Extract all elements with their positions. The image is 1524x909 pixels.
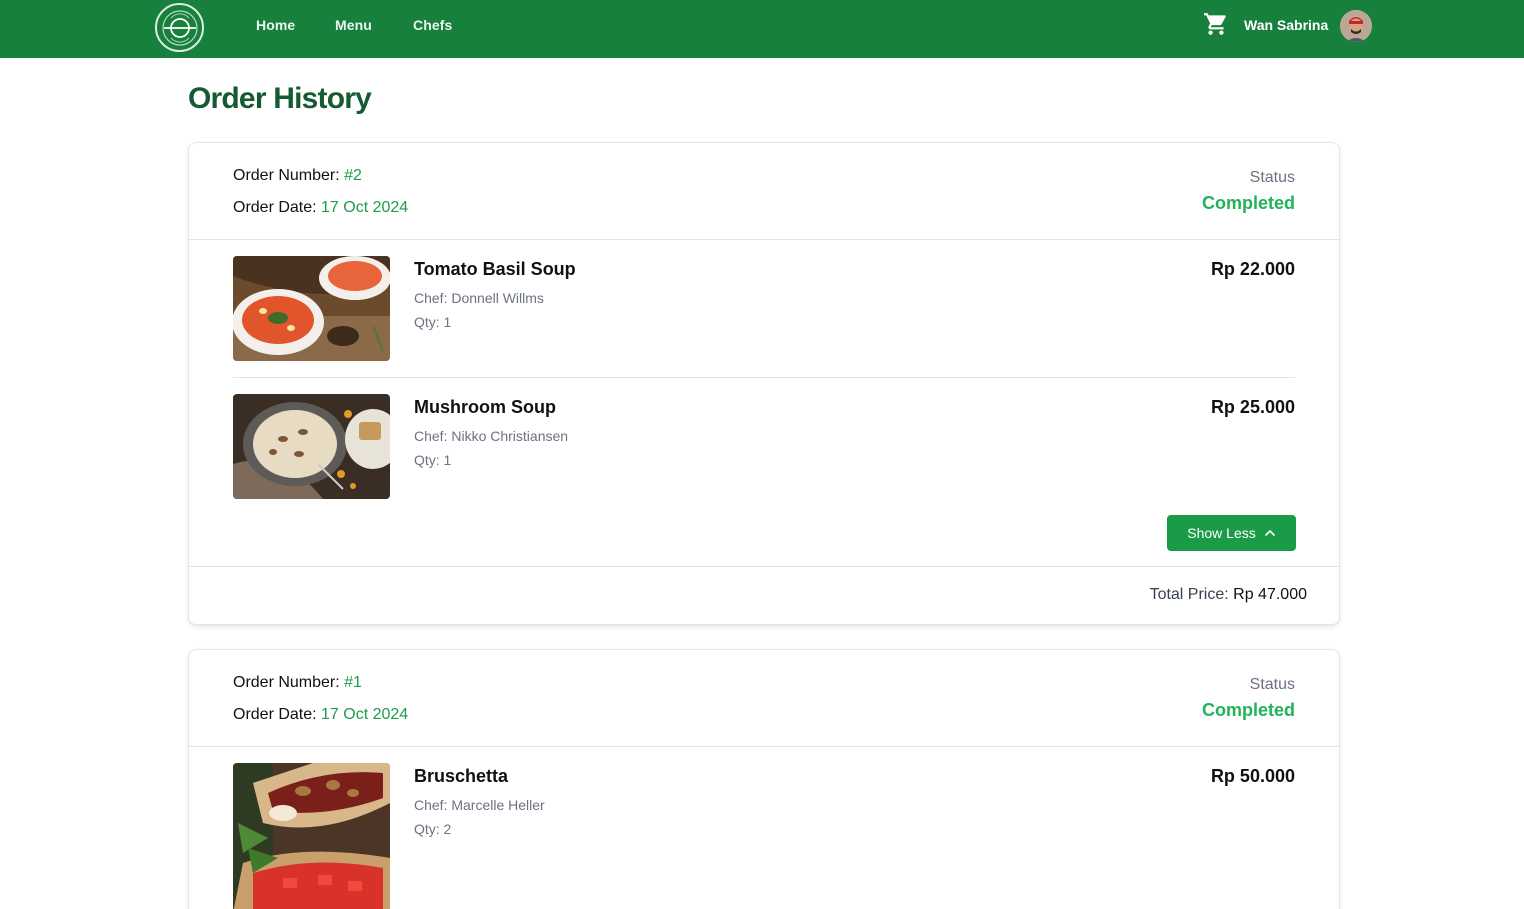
order-number: Order Number: #2 bbox=[233, 167, 362, 185]
user-name[interactable]: Wan Sabrina bbox=[1244, 17, 1328, 33]
food-image bbox=[233, 763, 390, 909]
top-navbar: Home Menu Chefs Wan Sabrina bbox=[0, 0, 1524, 58]
item-price: Rp 50.000 bbox=[1210, 766, 1295, 786]
item-chef: Chef: Marcelle Heller bbox=[414, 797, 545, 813]
total-price: Total Price: Rp 47.000 bbox=[1150, 586, 1307, 604]
order-date-label: Order Date: bbox=[233, 706, 322, 723]
order-item: Bruschetta Chef: Marcelle Heller Qty: 2 … bbox=[233, 763, 1295, 909]
order-date: Order Date: 17 Oct 2024 bbox=[233, 706, 408, 724]
status-badge: Completed bbox=[1201, 193, 1295, 213]
order-number-label: Order Number: bbox=[233, 674, 345, 691]
user-avatar[interactable] bbox=[1340, 10, 1372, 42]
item-name: Bruschetta bbox=[414, 766, 509, 786]
order-item: Tomato Basil Soup Chef: Donnell Willms Q… bbox=[233, 256, 1295, 394]
chevron-up-icon bbox=[1264, 530, 1275, 536]
order-header: Order Number: #2 Order Date: 17 Oct 2024… bbox=[189, 143, 1339, 240]
item-price: Rp 25.000 bbox=[1210, 397, 1295, 417]
nav-chefs-link[interactable]: Chefs bbox=[413, 17, 452, 33]
item-name: Tomato Basil Soup bbox=[414, 259, 576, 279]
cart-icon[interactable] bbox=[1203, 11, 1229, 37]
order-card: Order Number: #2 Order Date: 17 Oct 2024… bbox=[188, 142, 1340, 625]
order-number-value: #1 bbox=[344, 674, 362, 691]
item-price: Rp 22.000 bbox=[1210, 259, 1295, 279]
status-label: Status bbox=[1249, 169, 1295, 186]
order-number-label: Order Number: bbox=[233, 167, 345, 184]
food-image bbox=[233, 394, 390, 499]
total-price-value: Rp 47.000 bbox=[1233, 586, 1307, 603]
order-number: Order Number: #1 bbox=[233, 674, 362, 692]
item-qty: Qty: 1 bbox=[414, 452, 452, 468]
total-price-label: Total Price: bbox=[1149, 586, 1234, 603]
item-chef: Chef: Nikko Christiansen bbox=[414, 428, 569, 444]
order-number-value: #2 bbox=[344, 167, 362, 184]
order-header: Order Number: #1 Order Date: 17 Oct 2024… bbox=[189, 650, 1339, 747]
order-date-label: Order Date: bbox=[233, 199, 322, 216]
plate-cutlery-icon bbox=[161, 9, 198, 46]
page-title: Order History bbox=[188, 82, 372, 115]
order-date-value: 17 Oct 2024 bbox=[321, 199, 409, 216]
brand-logo[interactable] bbox=[155, 3, 204, 52]
order-item: Mushroom Soup Chef: Nikko Christiansen Q… bbox=[233, 394, 1295, 532]
nav-menu-link[interactable]: Menu bbox=[335, 17, 372, 33]
order-date: Order Date: 17 Oct 2024 bbox=[233, 199, 408, 217]
show-less-button[interactable]: Show Less bbox=[1167, 515, 1296, 551]
food-image bbox=[233, 256, 390, 361]
status-label: Status bbox=[1249, 676, 1295, 693]
nav-home-link[interactable]: Home bbox=[256, 17, 295, 33]
item-name: Mushroom Soup bbox=[414, 397, 556, 417]
item-chef: Chef: Donnell Willms bbox=[414, 290, 544, 306]
item-qty: Qty: 1 bbox=[414, 314, 452, 330]
order-footer: Total Price: Rp 47.000 bbox=[189, 566, 1339, 624]
show-less-label: Show Less bbox=[1187, 525, 1256, 541]
order-date-value: 17 Oct 2024 bbox=[321, 706, 409, 723]
item-qty: Qty: 2 bbox=[414, 821, 452, 837]
item-divider bbox=[233, 377, 1295, 378]
status-badge: Completed bbox=[1201, 700, 1295, 720]
order-card: Order Number: #1 Order Date: 17 Oct 2024… bbox=[188, 649, 1340, 909]
